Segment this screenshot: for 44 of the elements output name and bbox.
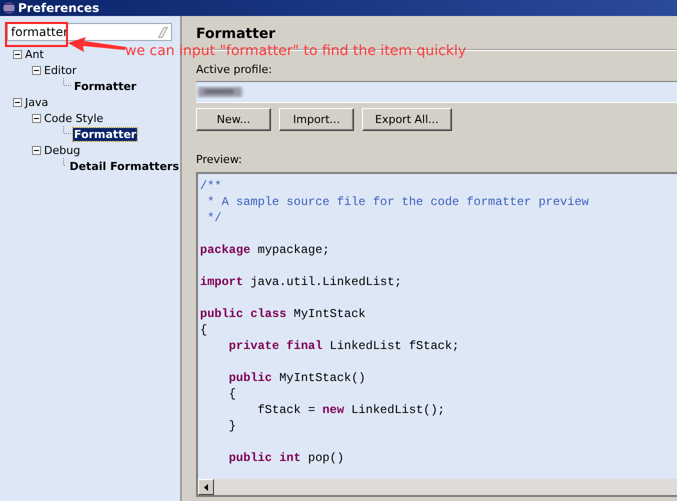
code-line: { — [200, 322, 208, 338]
collapse-icon[interactable] — [32, 66, 41, 74]
code-line: fStack = new LinkedList(); — [256, 402, 446, 418]
tree-connector-icon — [63, 78, 71, 86]
code-line: public int pop() — [228, 450, 346, 466]
action-button[interactable]: Export All... — [362, 108, 452, 131]
collapse-icon[interactable] — [32, 114, 41, 122]
tree-connector-icon — [63, 158, 66, 166]
collapse-icon[interactable] — [13, 98, 22, 106]
profile-label: Active profile: — [196, 63, 273, 76]
code-line: } — [228, 418, 238, 434]
collapse-icon[interactable] — [32, 146, 41, 154]
tree-item[interactable]: Detail Formatters — [68, 160, 180, 172]
annotation-text: we can input "formatter" to find the item quickly — [125, 43, 466, 59]
action-button[interactable]: New... — [196, 108, 271, 131]
preview-label: Preview: — [196, 153, 243, 166]
app-logo-icon — [3, 2, 15, 14]
highlight-rectangle — [5, 22, 68, 47]
tree-item[interactable]: Code Style — [43, 112, 104, 124]
tree-item[interactable]: Debug — [43, 144, 82, 156]
profile-dropdown[interactable] — [196, 81, 677, 103]
code-line: * A sample source file for the code formatter preview — [206, 194, 590, 210]
code-line: /** — [200, 178, 223, 194]
code-line: private final LinkedList fStack; — [228, 338, 460, 354]
code-line: public MyIntStack() — [228, 370, 367, 386]
action-button[interactable]: Import... — [279, 108, 354, 131]
code-line: */ — [206, 210, 223, 226]
tree-item[interactable]: Formatter — [73, 128, 138, 140]
collapse-icon[interactable] — [13, 50, 22, 58]
tree-item[interactable]: Editor — [43, 64, 78, 76]
tree-item[interactable]: Formatter — [73, 80, 138, 92]
scroll-left-button[interactable] — [198, 479, 214, 495]
left-arrow-icon — [204, 484, 208, 490]
horizontal-scrollbar[interactable] — [198, 479, 677, 495]
code-line: package mypackage; — [200, 242, 331, 258]
arrow-icon — [68, 37, 126, 53]
code-line: { — [228, 386, 238, 402]
tree-item[interactable]: Java — [24, 96, 50, 108]
window-title: Preferences — [18, 1, 100, 15]
filter-field[interactable]: formatter — [7, 23, 172, 41]
code-line: import java.util.LinkedList; — [200, 274, 403, 290]
code-line: public class MyIntStack — [200, 306, 367, 322]
tree-item[interactable]: Ant — [24, 48, 45, 60]
tree-connector-icon — [63, 126, 71, 134]
